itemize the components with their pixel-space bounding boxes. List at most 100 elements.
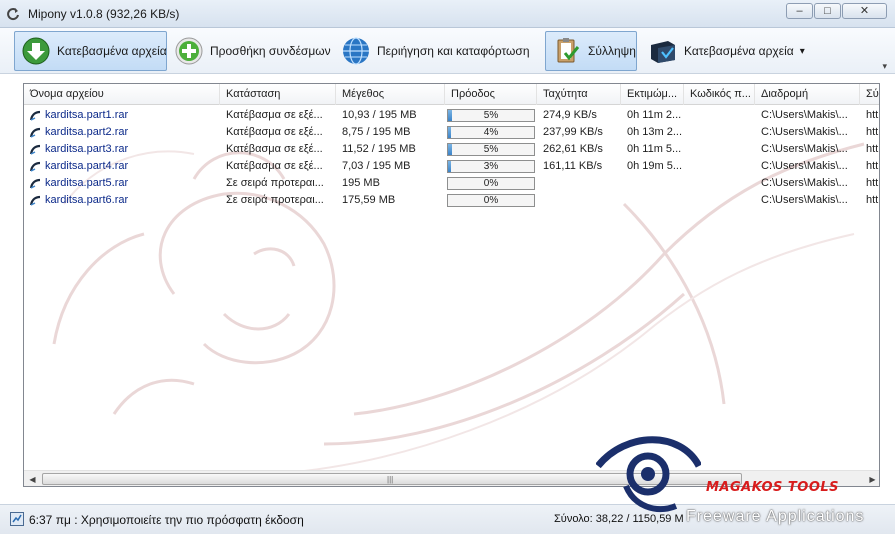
file-status-icon	[29, 178, 41, 189]
column-header-source[interactable]: Σύ	[860, 84, 879, 105]
column-header-progress[interactable]: Πρόοδος	[445, 84, 537, 105]
column-header-status[interactable]: Κατάσταση	[220, 84, 336, 105]
cell-source: htt	[866, 143, 879, 155]
cell-status: Κατέβασμα σε εξέ...	[226, 143, 323, 155]
cell-filename[interactable]: karditsa.part2.rar	[24, 124, 220, 141]
chevron-down-icon: ▾	[799, 45, 805, 57]
cell-progress: 0%	[445, 175, 537, 192]
cell-speed: 274,9 KB/s	[543, 109, 597, 121]
column-header-size[interactable]: Μέγεθος	[336, 84, 445, 105]
downloaded-folder-icon	[651, 41, 675, 63]
progress-bar: 0%	[447, 177, 535, 190]
minimize-button[interactable]: –	[786, 3, 813, 19]
close-button[interactable]: ✕	[842, 3, 887, 19]
cell-path: C:\Users\Makis\...	[761, 177, 848, 189]
progress-text: 3%	[483, 161, 499, 172]
capture-button[interactable]: Σύλληψη	[545, 31, 637, 71]
table-row[interactable]: karditsa.part6.rar Σε σειρά προτεραι... 17…	[24, 192, 879, 209]
progress-text: 5%	[483, 144, 499, 155]
column-header-path[interactable]: Διαδρομή	[755, 84, 860, 105]
minimize-icon: –	[796, 5, 803, 17]
close-icon: ✕	[859, 5, 870, 17]
column-header-speed[interactable]: Ταχύτητα	[537, 84, 621, 105]
cell-status: Κατέβασμα σε εξέ...	[226, 126, 323, 138]
window-title: Mipony v1.0.8 (932,26 KB/s)	[28, 7, 180, 21]
filename-text: karditsa.part5.rar	[45, 177, 129, 189]
progress-bar: 5%	[447, 143, 535, 156]
cell-eta: 0h 19m 5...	[627, 160, 683, 172]
browse-download-button[interactable]: Περιήγηση και καταφόρτωση	[335, 31, 543, 71]
cell-password	[684, 192, 755, 209]
scroll-left-icon[interactable]: ◀	[24, 471, 41, 486]
cell-eta	[621, 175, 684, 192]
table-row[interactable]: karditsa.part2.rar Κατέβασμα σε εξέ... 8,7…	[24, 124, 879, 141]
cell-eta: 0h 11m 2...	[627, 109, 682, 121]
add-plus-icon	[175, 37, 203, 65]
cell-speed	[537, 175, 621, 192]
cell-progress: 5%	[445, 107, 537, 124]
cell-password	[684, 107, 755, 124]
cell-path: C:\Users\Makis\...	[761, 160, 848, 172]
table-row[interactable]: karditsa.part5.rar Σε σειρά προτεραι... 19…	[24, 175, 879, 192]
browse-download-label: Περιήγηση και καταφόρτωση	[377, 44, 530, 58]
cell-filename[interactable]: karditsa.part4.rar	[24, 158, 220, 175]
downloads-button[interactable]: Κατεβασμένα αρχεία	[14, 31, 167, 71]
cell-filename[interactable]: karditsa.part5.rar	[24, 175, 220, 192]
progress-text: 0%	[483, 178, 499, 189]
downloaded-files-menu[interactable]: Κατεβασμένα αρχεία ▾	[642, 31, 812, 71]
cell-path: C:\Users\Makis\...	[761, 143, 848, 155]
cell-password	[684, 158, 755, 175]
cell-progress: 0%	[445, 192, 537, 209]
file-status-icon	[29, 110, 41, 121]
title-bar: Mipony v1.0.8 (932,26 KB/s) – □ ✕	[0, 0, 895, 28]
cell-size: 8,75 / 195 MB	[342, 126, 411, 138]
file-status-icon	[29, 161, 41, 172]
cell-filename[interactable]: karditsa.part1.rar	[24, 107, 220, 124]
cell-filename[interactable]: karditsa.part3.rar	[24, 141, 220, 158]
cell-source: htt	[866, 126, 879, 138]
table-row[interactable]: karditsa.part4.rar Κατέβασμα σε εξέ... 7,0…	[24, 158, 879, 175]
cell-path: C:\Users\Makis\...	[761, 194, 848, 206]
clipboard-check-icon	[557, 38, 580, 63]
toolbar-overflow-icon[interactable]: ▾	[882, 61, 887, 72]
file-status-icon	[29, 195, 41, 206]
cell-status: Κατέβασμα σε εξέ...	[226, 160, 323, 172]
maximize-button[interactable]: □	[814, 3, 841, 19]
progress-bar: 4%	[447, 126, 535, 139]
downloaded-files-label: Κατεβασμένα αρχεία	[684, 44, 794, 58]
scroll-right-icon[interactable]: ▶	[864, 471, 879, 486]
magakos-eye-logo-icon	[596, 436, 701, 513]
cell-size: 7,03 / 195 MB	[342, 160, 411, 172]
filename-text: karditsa.part3.rar	[45, 143, 129, 155]
column-header-filename[interactable]: Όνομα αρχείου	[24, 84, 220, 105]
cell-size: 10,93 / 195 MB	[342, 109, 417, 121]
download-arrow-icon	[22, 37, 50, 65]
cell-source: htt	[866, 194, 879, 206]
column-header-eta[interactable]: Εκτιμώμ...	[621, 84, 684, 105]
toolbar: Κατεβασμένα αρχεία Προσθήκη συνδέσμων Πε…	[0, 28, 895, 74]
brand-logo-text: MAGAKOS TOOLS	[706, 480, 840, 495]
table-row[interactable]: karditsa.part3.rar Κατέβασμα σε εξέ... 11,…	[24, 141, 879, 158]
add-links-button[interactable]: Προσθήκη συνδέσμων	[168, 31, 334, 71]
cell-password	[684, 124, 755, 141]
cell-password	[684, 175, 755, 192]
downloads-list[interactable]: Όνομα αρχείου Κατάσταση Μέγεθος Πρόοδος …	[23, 83, 880, 487]
cell-source: htt	[866, 160, 879, 172]
progress-bar: 5%	[447, 109, 535, 122]
filename-text: karditsa.part1.rar	[45, 109, 129, 121]
capture-label: Σύλληψη	[588, 44, 636, 58]
cell-eta: 0h 11m 5...	[627, 143, 682, 155]
progress-text: 4%	[483, 127, 499, 138]
status-message: 6:37 πμ : Χρησιμοποιείτε την πιο πρόσφατ…	[29, 513, 304, 527]
scrollbar-grip-icon: |||	[387, 475, 394, 484]
globe-icon	[343, 37, 369, 65]
table-row[interactable]: karditsa.part1.rar Κατέβασμα σε εξέ... 10,…	[24, 107, 879, 124]
update-info-icon	[10, 512, 24, 526]
cell-source: htt	[866, 109, 879, 121]
cell-status: Κατέβασμα σε εξέ...	[226, 109, 323, 121]
brand-sub-text: Freeware Applications	[686, 508, 865, 525]
cell-status: Σε σειρά προτεραι...	[226, 177, 324, 189]
cell-status: Σε σειρά προτεραι...	[226, 194, 324, 206]
column-header-password[interactable]: Κωδικός π...	[684, 84, 755, 105]
cell-filename[interactable]: karditsa.part6.rar	[24, 192, 220, 209]
